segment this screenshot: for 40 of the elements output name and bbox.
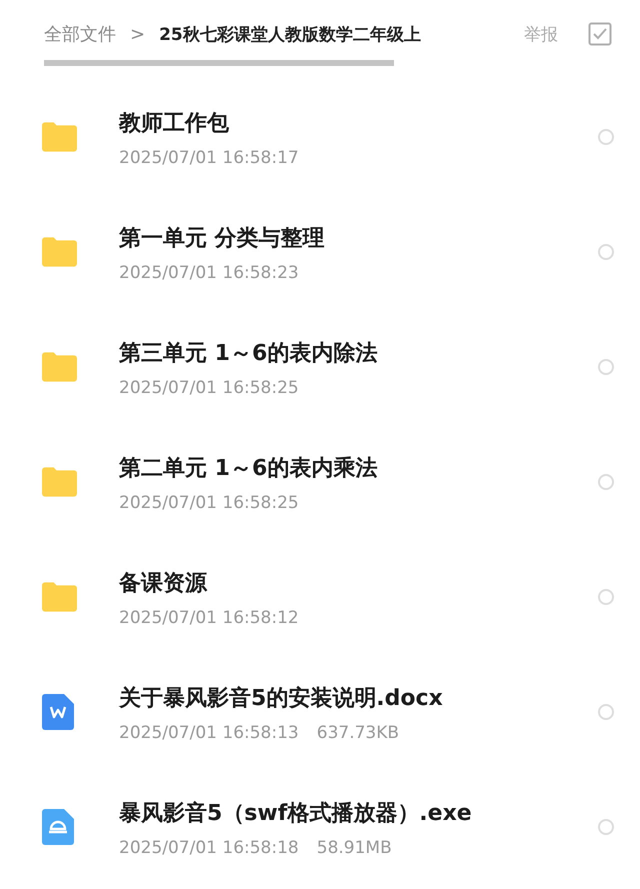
folder-icon [42,236,77,267]
file-name: 暴风影音5（swf格式播放器）.exe [119,800,473,828]
select-radio[interactable] [598,818,614,834]
file-name: 第三单元 1～6的表内除法 [119,340,378,368]
folder-icon [42,351,77,382]
modified-date: 2025/07/01 16:58:18 [119,838,299,858]
file-size: 637.73KB [316,722,400,742]
file-name: 第一单元 分类与整理 [119,224,326,252]
file-row[interactable]: 第三单元 1～6的表内除法 2025/07/01 16:58:25 [0,309,640,424]
folder-icon [42,466,77,497]
file-row[interactable]: 关于暴风影音5的安装说明.docx 2025/07/01 16:58:13 637.73KB [0,654,640,769]
modified-date: 2025/07/01 16:58:25 [119,492,299,512]
modified-date: 2025/07/01 16:58:13 [119,722,299,742]
file-row[interactable]: 教师工作包 2025/07/01 16:58:17 [0,79,640,194]
file-name: 关于暴风影音5的安装说明.docx [119,684,444,712]
select-checkbox-icon[interactable] [588,22,612,46]
select-radio[interactable] [598,358,614,374]
modified-date: 2025/07/01 16:58:25 [119,378,299,398]
breadcrumb-current: 25秋七彩课堂人教版数学二年级上 [159,24,421,46]
application-file-icon [42,808,74,844]
select-radio[interactable] [598,244,614,260]
modified-date: 2025/07/01 16:58:23 [119,262,299,282]
file-name: 第二单元 1～6的表内乘法 [119,454,378,482]
file-row[interactable]: 第二单元 1～6的表内乘法 2025/07/01 16:58:25 [0,424,640,539]
file-row[interactable]: 暴风影音5（swf格式播放器）.exe 2025/07/01 16:58:18 58.91MB [0,769,640,884]
file-name: 备课资源 [119,570,208,598]
file-row[interactable]: 第一单元 分类与整理 2025/07/01 16:58:23 [0,194,640,309]
file-size: 58.91MB [316,838,392,858]
breadcrumb-separator: > [130,24,146,44]
modified-date: 2025/07/01 16:58:12 [119,608,299,628]
file-name: 教师工作包 [119,110,230,138]
folder-icon [42,581,77,612]
file-row[interactable]: 备课资源 2025/07/01 16:58:12 [0,539,640,654]
select-radio[interactable] [598,704,614,720]
folder-icon [42,121,77,152]
word-document-icon [42,694,74,730]
select-radio[interactable] [598,588,614,604]
modified-date: 2025/07/01 16:58:17 [119,148,299,168]
select-radio[interactable] [598,128,614,144]
select-radio[interactable] [598,474,614,490]
